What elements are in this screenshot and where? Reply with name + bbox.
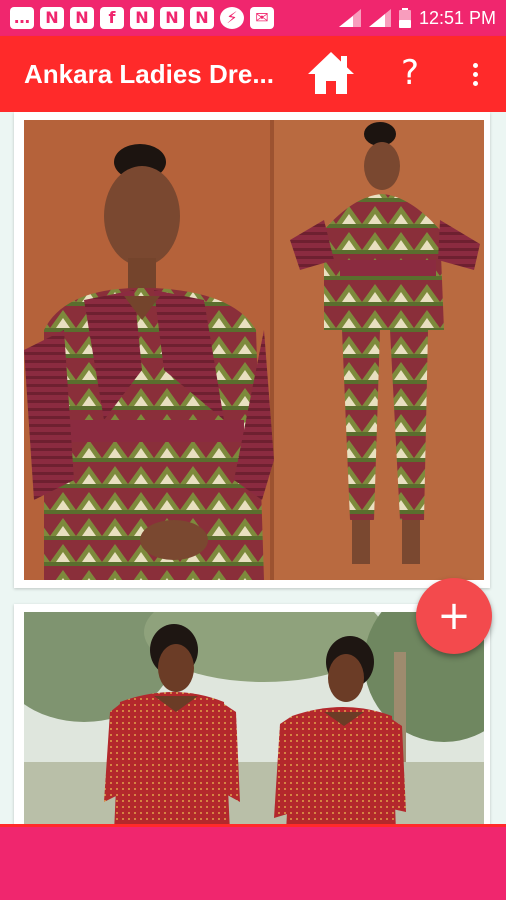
more-dot	[472, 80, 478, 86]
home-icon	[308, 52, 354, 94]
n-icon: N	[40, 7, 64, 29]
signal-icon	[338, 9, 361, 27]
bottom-ad-banner[interactable]	[0, 824, 506, 900]
dress-gallery[interactable]	[0, 112, 506, 824]
help-button[interactable]: ?	[392, 48, 428, 98]
messenger-icon: ⚡	[220, 7, 244, 29]
facebook-icon: f	[100, 7, 124, 29]
signal-icon	[368, 9, 391, 27]
chat-icon: …	[10, 7, 34, 29]
banner-divider	[0, 824, 506, 827]
more-dot	[472, 62, 478, 68]
dress-photo[interactable]	[24, 120, 484, 580]
n-icon: N	[160, 7, 184, 29]
n-icon: N	[130, 7, 154, 29]
battery-icon	[398, 8, 411, 28]
dress-photo[interactable]	[24, 612, 484, 824]
home-button[interactable]	[306, 50, 356, 96]
clock: 12:51 PM	[418, 7, 496, 28]
app-bar: Ankara Ladies Dre... ?	[0, 36, 506, 112]
notification-icons: … N N f N N N ⚡ ✉	[10, 7, 274, 29]
more-options-button[interactable]	[460, 52, 490, 96]
add-button[interactable]: +	[416, 578, 492, 654]
dress-photo-image	[24, 120, 484, 580]
dress-photo-image	[24, 612, 484, 824]
n-icon: N	[70, 7, 94, 29]
gallery-card[interactable]	[14, 112, 490, 588]
app-title: Ankara Ladies Dre...	[24, 59, 274, 89]
more-dot	[472, 71, 478, 77]
gallery-card[interactable]	[14, 604, 490, 824]
mail-icon: ✉	[250, 7, 274, 29]
status-bar: … N N f N N N ⚡ ✉ 12:51 PM	[0, 0, 506, 36]
n-icon: N	[190, 7, 214, 29]
